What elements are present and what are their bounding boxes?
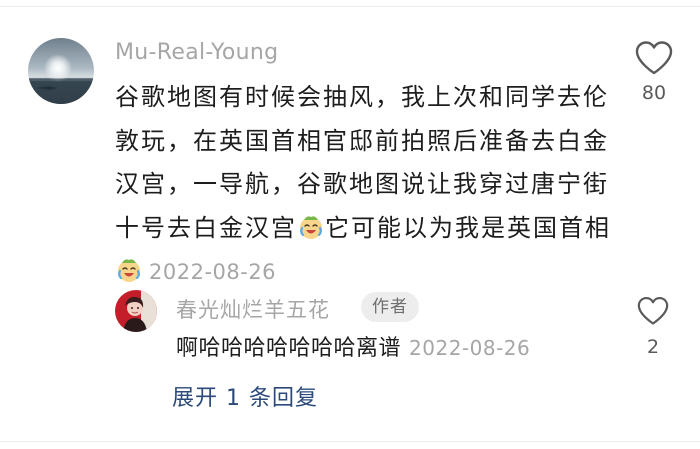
- reply-username[interactable]: 春光灿烂羊五花: [176, 294, 330, 324]
- like-button[interactable]: [634, 40, 674, 76]
- comment-thread: Mu-Real-Young 谷歌地图有时候会抽风，我上次和同学去伦敦玩，在英国首…: [0, 0, 700, 449]
- reply-timestamp: 2022-08-26: [409, 336, 531, 360]
- reply-avatar[interactable]: [115, 290, 157, 332]
- crying-laughing-face-icon: [118, 259, 140, 282]
- comment-text: 谷歌地图有时候会抽风，我上次和同学去伦敦玩，在英国首相官邸前拍照后准备去白金汉宫…: [115, 76, 615, 295]
- avatar[interactable]: [28, 38, 94, 104]
- reply-text: 啊哈哈哈哈哈哈哈离谱 2022-08-26: [176, 332, 530, 365]
- heart-icon: [637, 297, 669, 325]
- comment-timestamp: 2022-08-26: [149, 260, 277, 284]
- reply-like-count: 2: [646, 336, 660, 358]
- heart-icon: [635, 41, 673, 75]
- avatar-landscape-image: [28, 38, 94, 104]
- like-count: 80: [641, 82, 667, 104]
- author-badge: 作者: [361, 292, 419, 322]
- expand-replies-link[interactable]: 展开 1 条回复: [172, 380, 318, 412]
- reply-text-content: 啊哈哈哈哈哈哈哈离谱: [176, 336, 402, 361]
- reply-like-button[interactable]: [636, 296, 670, 326]
- crying-laughing-face-icon: [300, 215, 322, 239]
- username[interactable]: Mu-Real-Young: [115, 40, 278, 65]
- comment-text-part-2: 它可能以为我是英国首相: [325, 213, 611, 242]
- bottom-divider: [0, 441, 700, 442]
- reply-avatar-image: [115, 290, 157, 332]
- top-divider: [0, 6, 700, 7]
